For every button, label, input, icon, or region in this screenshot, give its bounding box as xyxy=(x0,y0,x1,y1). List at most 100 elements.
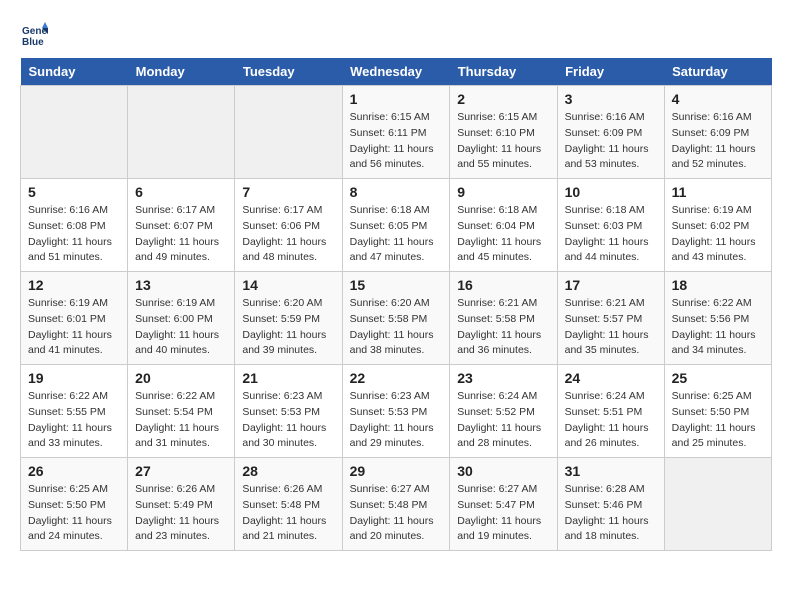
calendar-cell: 15 Sunrise: 6:20 AM Sunset: 5:58 PM Dayli… xyxy=(342,272,450,365)
day-info: Sunrise: 6:15 AM Sunset: 6:10 PM Dayligh… xyxy=(457,110,549,173)
calendar-cell: 6 Sunrise: 6:17 AM Sunset: 6:07 PM Daylig… xyxy=(128,179,235,272)
day-number: 20 xyxy=(135,370,227,386)
weekday-friday: Friday xyxy=(557,58,664,86)
day-info: Sunrise: 6:18 AM Sunset: 6:04 PM Dayligh… xyxy=(457,203,549,266)
day-number: 7 xyxy=(242,184,334,200)
day-number: 28 xyxy=(242,463,334,479)
day-number: 15 xyxy=(350,277,443,293)
calendar-cell: 13Sunrise: 6:19 AM Sunset: 6:00 PM Dayli… xyxy=(128,272,235,365)
calendar-table: SundayMondayTuesdayWednesdayThursdayFrid… xyxy=(20,58,772,551)
calendar-cell xyxy=(664,458,771,551)
day-info: Sunrise: 6:26 AM Sunset: 5:49 PM Dayligh… xyxy=(135,482,227,545)
day-number: 13 xyxy=(135,277,227,293)
calendar-cell: 27Sunrise: 6:26 AM Sunset: 5:49 PM Dayli… xyxy=(128,458,235,551)
day-info: Sunrise: 6:26 AM Sunset: 5:48 PM Dayligh… xyxy=(242,482,334,545)
day-info: Sunrise: 6:22 AM Sunset: 5:55 PM Dayligh… xyxy=(28,389,120,452)
day-info: Sunrise: 6:19 AM Sunset: 6:01 PM Dayligh… xyxy=(28,296,120,359)
calendar-cell: 2 Sunrise: 6:15 AM Sunset: 6:10 PM Daylig… xyxy=(450,86,557,179)
day-info: Sunrise: 6:16 AM Sunset: 6:09 PM Dayligh… xyxy=(672,110,764,173)
calendar-cell: 8 Sunrise: 6:18 AM Sunset: 6:05 PM Daylig… xyxy=(342,179,450,272)
day-number: 16 xyxy=(457,277,549,293)
weekday-tuesday: Tuesday xyxy=(235,58,342,86)
day-info: Sunrise: 6:23 AM Sunset: 5:53 PM Dayligh… xyxy=(242,389,334,452)
day-number: 12 xyxy=(28,277,120,293)
calendar-cell: 1 Sunrise: 6:15 AM Sunset: 6:11 PM Daylig… xyxy=(342,86,450,179)
day-info: Sunrise: 6:20 AM Sunset: 5:58 PM Dayligh… xyxy=(350,296,443,359)
day-info: Sunrise: 6:18 AM Sunset: 6:03 PM Dayligh… xyxy=(565,203,657,266)
day-number: 14 xyxy=(242,277,334,293)
calendar-cell: 5 Sunrise: 6:16 AM Sunset: 6:08 PM Daylig… xyxy=(21,179,128,272)
calendar-cell: 28 Sunrise: 6:26 AM Sunset: 5:48 PM Dayli… xyxy=(235,458,342,551)
day-info: Sunrise: 6:27 AM Sunset: 5:48 PM Dayligh… xyxy=(350,482,443,545)
weekday-sunday: Sunday xyxy=(21,58,128,86)
logo-icon: General Blue xyxy=(20,20,48,48)
calendar-cell: 20 Sunrise: 6:22 AM Sunset: 5:54 PM Dayli… xyxy=(128,365,235,458)
day-info: Sunrise: 6:17 AM Sunset: 6:07 PM Dayligh… xyxy=(135,203,227,266)
calendar-cell: 14 Sunrise: 6:20 AM Sunset: 5:59 PM Dayli… xyxy=(235,272,342,365)
day-info: Sunrise: 6:17 AM Sunset: 6:06 PM Dayligh… xyxy=(242,203,334,266)
calendar-cell: 4 Sunrise: 6:16 AM Sunset: 6:09 PM Daylig… xyxy=(664,86,771,179)
calendar-cell: 30 Sunrise: 6:27 AM Sunset: 5:47 PM Dayli… xyxy=(450,458,557,551)
day-info: Sunrise: 6:22 AM Sunset: 5:56 PM Dayligh… xyxy=(672,296,764,359)
day-number: 22 xyxy=(350,370,443,386)
day-info: Sunrise: 6:28 AM Sunset: 5:46 PM Dayligh… xyxy=(565,482,657,545)
day-number: 26 xyxy=(28,463,120,479)
calendar-cell: 17 Sunrise: 6:21 AM Sunset: 5:57 PM Dayli… xyxy=(557,272,664,365)
day-info: Sunrise: 6:27 AM Sunset: 5:47 PM Dayligh… xyxy=(457,482,549,545)
day-number: 10 xyxy=(565,184,657,200)
day-number: 1 xyxy=(350,91,443,107)
day-number: 4 xyxy=(672,91,764,107)
svg-text:Blue: Blue xyxy=(22,37,44,48)
calendar-cell: 31 Sunrise: 6:28 AM Sunset: 5:46 PM Dayli… xyxy=(557,458,664,551)
day-number: 8 xyxy=(350,184,443,200)
calendar-cell: 12 Sunrise: 6:19 AM Sunset: 6:01 PM Dayli… xyxy=(21,272,128,365)
day-number: 6 xyxy=(135,184,227,200)
week-row-4: 19Sunrise: 6:22 AM Sunset: 5:55 PM Dayli… xyxy=(21,365,772,458)
day-number: 3 xyxy=(565,91,657,107)
calendar-cell: 21Sunrise: 6:23 AM Sunset: 5:53 PM Dayli… xyxy=(235,365,342,458)
calendar-cell xyxy=(21,86,128,179)
calendar-cell: 11 Sunrise: 6:19 AM Sunset: 6:02 PM Dayli… xyxy=(664,179,771,272)
day-info: Sunrise: 6:22 AM Sunset: 5:54 PM Dayligh… xyxy=(135,389,227,452)
week-row-1: 1 Sunrise: 6:15 AM Sunset: 6:11 PM Daylig… xyxy=(21,86,772,179)
day-number: 25 xyxy=(672,370,764,386)
day-info: Sunrise: 6:25 AM Sunset: 5:50 PM Dayligh… xyxy=(28,482,120,545)
calendar-cell: 16 Sunrise: 6:21 AM Sunset: 5:58 PM Dayli… xyxy=(450,272,557,365)
calendar-cell: 29 Sunrise: 6:27 AM Sunset: 5:48 PM Dayli… xyxy=(342,458,450,551)
day-number: 24 xyxy=(565,370,657,386)
day-number: 18 xyxy=(672,277,764,293)
calendar-cell: 7 Sunrise: 6:17 AM Sunset: 6:06 PM Daylig… xyxy=(235,179,342,272)
day-number: 29 xyxy=(350,463,443,479)
weekday-header-row: SundayMondayTuesdayWednesdayThursdayFrid… xyxy=(21,58,772,86)
day-info: Sunrise: 6:20 AM Sunset: 5:59 PM Dayligh… xyxy=(242,296,334,359)
calendar-cell: 10 Sunrise: 6:18 AM Sunset: 6:03 PM Dayli… xyxy=(557,179,664,272)
day-info: Sunrise: 6:21 AM Sunset: 5:58 PM Dayligh… xyxy=(457,296,549,359)
calendar-cell: 25 Sunrise: 6:25 AM Sunset: 5:50 PM Dayli… xyxy=(664,365,771,458)
day-number: 5 xyxy=(28,184,120,200)
day-number: 30 xyxy=(457,463,549,479)
day-info: Sunrise: 6:18 AM Sunset: 6:05 PM Dayligh… xyxy=(350,203,443,266)
day-info: Sunrise: 6:21 AM Sunset: 5:57 PM Dayligh… xyxy=(565,296,657,359)
day-info: Sunrise: 6:25 AM Sunset: 5:50 PM Dayligh… xyxy=(672,389,764,452)
day-info: Sunrise: 6:24 AM Sunset: 5:51 PM Dayligh… xyxy=(565,389,657,452)
day-number: 17 xyxy=(565,277,657,293)
day-info: Sunrise: 6:16 AM Sunset: 6:08 PM Dayligh… xyxy=(28,203,120,266)
weekday-saturday: Saturday xyxy=(664,58,771,86)
day-info: Sunrise: 6:15 AM Sunset: 6:11 PM Dayligh… xyxy=(350,110,443,173)
day-info: Sunrise: 6:23 AM Sunset: 5:53 PM Dayligh… xyxy=(350,389,443,452)
day-info: Sunrise: 6:19 AM Sunset: 6:02 PM Dayligh… xyxy=(672,203,764,266)
day-info: Sunrise: 6:16 AM Sunset: 6:09 PM Dayligh… xyxy=(565,110,657,173)
calendar-cell: 3 Sunrise: 6:16 AM Sunset: 6:09 PM Daylig… xyxy=(557,86,664,179)
day-number: 2 xyxy=(457,91,549,107)
calendar-cell: 23Sunrise: 6:24 AM Sunset: 5:52 PM Dayli… xyxy=(450,365,557,458)
day-number: 9 xyxy=(457,184,549,200)
header: General Blue xyxy=(20,20,772,48)
weekday-thursday: Thursday xyxy=(450,58,557,86)
week-row-5: 26 Sunrise: 6:25 AM Sunset: 5:50 PM Dayli… xyxy=(21,458,772,551)
weekday-wednesday: Wednesday xyxy=(342,58,450,86)
weekday-monday: Monday xyxy=(128,58,235,86)
day-number: 31 xyxy=(565,463,657,479)
calendar-body: 1 Sunrise: 6:15 AM Sunset: 6:11 PM Daylig… xyxy=(21,86,772,551)
day-info: Sunrise: 6:24 AM Sunset: 5:52 PM Dayligh… xyxy=(457,389,549,452)
day-number: 11 xyxy=(672,184,764,200)
